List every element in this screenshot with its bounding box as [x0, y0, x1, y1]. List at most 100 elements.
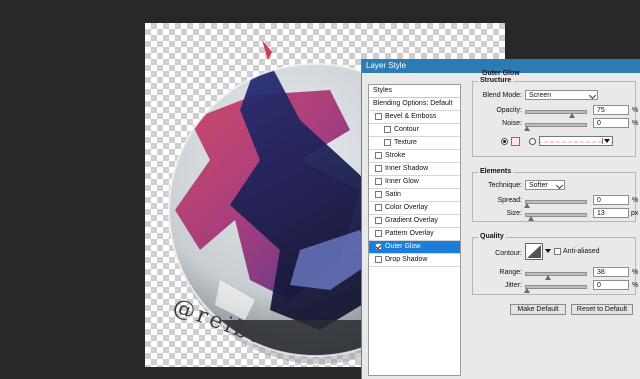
reset-to-default-button[interactable]: Reset to Default — [571, 304, 633, 315]
style-item-stroke[interactable]: Stroke — [369, 150, 460, 163]
style-item-texture[interactable]: Texture — [369, 137, 460, 150]
anti-aliased-label: Anti-aliased — [563, 248, 600, 255]
style-item-label: Inner Shadow — [385, 165, 429, 172]
blending-options-item[interactable]: Blending Options: Default — [369, 98, 460, 111]
style-item-drop-shadow[interactable]: Drop Shadow — [369, 254, 460, 267]
range-label: Range: — [499, 269, 522, 276]
style-item-inner-shadow[interactable]: Inner Shadow — [369, 163, 460, 176]
size-input[interactable]: 13 — [593, 208, 629, 218]
noise-input[interactable]: 0 — [593, 118, 629, 128]
jitter-label: Jitter: — [504, 282, 522, 289]
style-checkbox[interactable] — [375, 217, 382, 224]
blend-mode-label: Blend Mode: — [482, 92, 522, 99]
anti-aliased-checkbox[interactable] — [554, 248, 561, 255]
technique-label: Technique: — [488, 182, 522, 189]
style-item-label: Color Overlay — [385, 204, 428, 211]
opacity-input[interactable]: 75 — [593, 105, 629, 115]
style-item-label: Outer Glow — [385, 243, 421, 250]
styles-header[interactable]: Styles — [369, 85, 460, 98]
blend-mode-select[interactable]: Screen — [525, 90, 598, 100]
style-checkbox[interactable] — [375, 113, 382, 120]
style-item-inner-glow[interactable]: Inner Glow — [369, 176, 460, 189]
spread-unit: % — [632, 197, 639, 204]
jitter-input[interactable]: 0 — [593, 280, 629, 290]
elements-group: Elements Technique: Softer Spread: 0 % S… — [472, 168, 639, 222]
style-item-satin[interactable]: Satin — [369, 189, 460, 202]
style-item-contour[interactable]: Contour — [369, 124, 460, 137]
style-item-label: Drop Shadow — [385, 256, 428, 263]
layer-style-dialog[interactable]: Layer Style Styles Blending Options: Def… — [361, 59, 640, 379]
size-slider[interactable] — [525, 213, 587, 217]
style-checkbox[interactable] — [384, 126, 391, 133]
style-item-label: Pattern Overlay — [385, 230, 434, 237]
noise-slider[interactable] — [525, 123, 587, 127]
contour-curve-icon — [527, 245, 541, 258]
opacity-label: Opacity: — [496, 107, 522, 114]
size-slider-thumb[interactable] — [528, 216, 534, 221]
glow-color-swatch[interactable] — [511, 137, 520, 146]
noise-unit: % — [632, 120, 639, 127]
contour-label: Contour: — [495, 250, 522, 257]
style-item-label: Inner Glow — [385, 178, 419, 185]
noise-slider-thumb[interactable] — [524, 126, 530, 131]
style-checkbox[interactable] — [384, 139, 391, 146]
chevron-down-icon — [588, 91, 597, 100]
blend-mode-value: Screen — [529, 92, 552, 99]
style-item-pattern-overlay[interactable]: Pattern Overlay — [369, 228, 460, 241]
gradient-picker[interactable] — [539, 136, 613, 146]
opacity-slider-thumb[interactable] — [569, 113, 575, 118]
style-item-label: Contour — [394, 126, 419, 133]
technique-value: Softer — [529, 182, 548, 189]
dialog-title: Layer Style — [366, 61, 407, 70]
range-slider[interactable] — [525, 272, 587, 276]
style-checkbox[interactable] — [375, 230, 382, 237]
style-checkbox[interactable] — [375, 165, 382, 172]
style-item-label: Stroke — [385, 152, 406, 159]
triangle-down-icon — [604, 139, 610, 143]
style-item-gradient-overlay[interactable]: Gradient Overlay — [369, 215, 460, 228]
technique-select[interactable]: Softer — [525, 180, 565, 190]
size-label: Size: — [506, 210, 522, 217]
jitter-slider-thumb[interactable] — [524, 288, 530, 293]
noise-label: Noise: — [502, 120, 522, 127]
solid-color-radio[interactable] — [501, 138, 508, 145]
quality-group: Quality Contour: Anti-aliased Range: 38 … — [472, 233, 639, 295]
range-unit: % — [632, 269, 639, 276]
range-slider-thumb[interactable] — [545, 275, 551, 280]
outer-glow-title: Outer Glow — [482, 70, 520, 77]
style-checkbox[interactable] — [375, 191, 382, 198]
jitter-unit: % — [632, 282, 639, 289]
style-checkbox[interactable] — [375, 152, 382, 159]
spread-slider[interactable] — [525, 200, 587, 204]
style-item-outer-glow[interactable]: Outer Glow — [369, 241, 460, 254]
style-item-label: Satin — [385, 191, 401, 198]
style-item-label: Bevel & Emboss — [385, 113, 437, 120]
spread-label: Spread: — [497, 197, 522, 204]
styles-list[interactable]: Styles Blending Options: Default Bevel &… — [368, 84, 461, 376]
size-unit: px — [631, 210, 639, 217]
structure-title: Structure — [478, 77, 514, 84]
style-checkbox[interactable] — [375, 178, 382, 185]
chevron-down-icon — [555, 181, 564, 190]
opacity-slider[interactable] — [525, 110, 587, 114]
style-item-label: Gradient Overlay — [385, 217, 438, 224]
range-input[interactable]: 38 — [593, 267, 629, 277]
elements-title: Elements — [478, 168, 514, 175]
spread-input[interactable]: 0 — [593, 195, 629, 205]
quality-title: Quality — [478, 233, 506, 240]
contour-dropdown-arrow[interactable] — [545, 249, 551, 253]
jitter-slider[interactable] — [525, 285, 587, 289]
contour-picker[interactable] — [525, 243, 543, 260]
gradient-radio[interactable] — [529, 138, 536, 145]
style-item-color-overlay[interactable]: Color Overlay — [369, 202, 460, 215]
style-checkbox[interactable] — [375, 204, 382, 211]
style-item-label: Texture — [394, 139, 417, 146]
style-item-bevel-emboss[interactable]: Bevel & Emboss — [369, 111, 460, 124]
style-checkbox[interactable] — [375, 256, 382, 263]
spread-slider-thumb[interactable] — [524, 203, 530, 208]
structure-group: Structure Blend Mode: Screen Opacity: 75… — [472, 77, 639, 157]
make-default-button[interactable]: Make Default — [510, 304, 566, 315]
gradient-dropdown-arrow[interactable] — [602, 138, 611, 144]
style-checkbox[interactable] — [375, 243, 382, 250]
opacity-unit: % — [632, 107, 639, 114]
